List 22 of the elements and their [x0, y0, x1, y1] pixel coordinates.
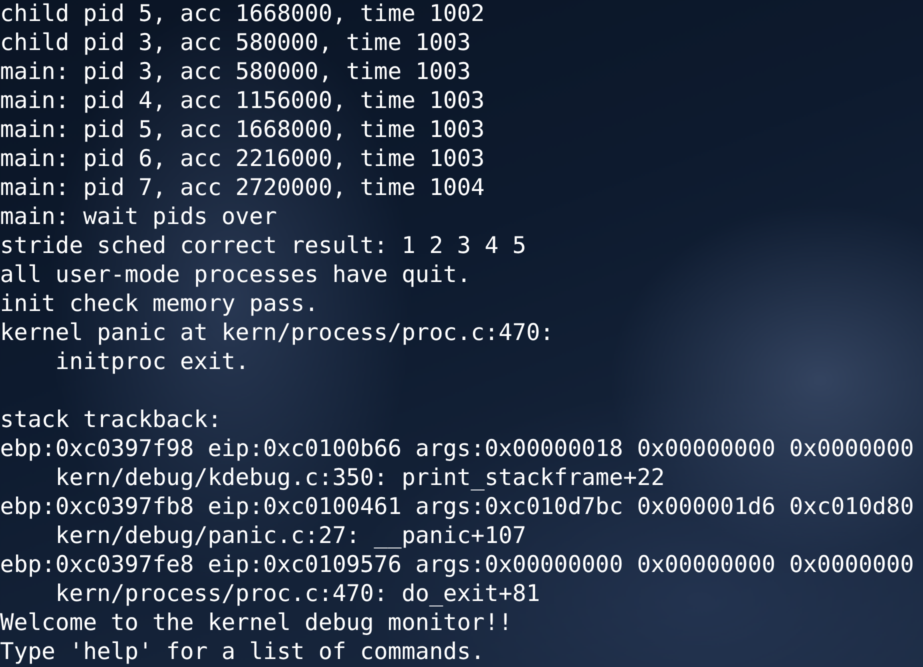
- terminal-line: Welcome to the kernel debug monitor!!: [0, 609, 512, 638]
- terminal-line: stack trackback:: [0, 406, 222, 435]
- terminal-line: kern/debug/panic.c:27: __panic+107: [54, 522, 526, 551]
- terminal-line: ebp:0xc0397f98 eip:0xc0100b66 args:0x00000018 0x00000000 0x0000000: [0, 435, 914, 464]
- terminal-line: kern/debug/kdebug.c:350: print_stackframe+22: [54, 464, 665, 493]
- terminal-line: child pid 5, acc 1668000, time 1002: [0, 0, 485, 29]
- terminal-line: init check memory pass.: [0, 290, 318, 319]
- terminal-line: main: pid 4, acc 1156000, time 1003: [0, 87, 485, 116]
- terminal-line: ebp:0xc0397fb8 eip:0xc0100461 args:0xc010d7bc 0x000001d6 0xc010d80: [0, 493, 914, 522]
- terminal-line: child pid 3, acc 580000, time 1003: [0, 29, 471, 58]
- terminal-line: ebp:0xc0397fe8 eip:0xc0109576 args:0x00000000 0x00000000 0x0000000: [0, 551, 914, 580]
- terminal-line: initproc exit.: [54, 348, 250, 377]
- terminal-line: kernel panic at kern/process/proc.c:470:: [0, 319, 554, 348]
- terminal-line: main: wait pids over: [0, 203, 277, 232]
- terminal-line: main: pid 7, acc 2720000, time 1004: [0, 174, 485, 203]
- terminal-line: kern/process/proc.c:470: do_exit+81: [54, 580, 540, 609]
- terminal-line: main: pid 3, acc 580000, time 1003: [0, 58, 471, 87]
- terminal-line: Type 'help' for a list of commands.: [0, 638, 485, 667]
- terminal-line: main: pid 6, acc 2216000, time 1003: [0, 145, 485, 174]
- terminal-line: all user-mode processes have quit.: [0, 261, 471, 290]
- terminal-line: main: pid 5, acc 1668000, time 1003: [0, 116, 485, 145]
- terminal-line: stride sched correct result: 1 2 3 4 5: [0, 232, 526, 261]
